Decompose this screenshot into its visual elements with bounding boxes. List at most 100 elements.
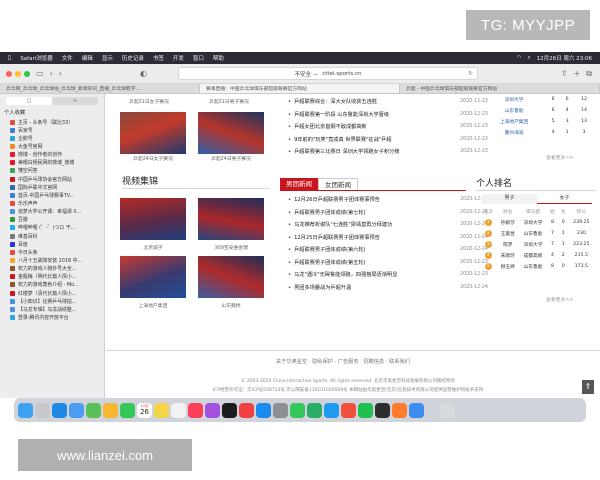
bookmark-item[interactable]: 微博 - 创作者的创作	[0, 151, 104, 159]
tab-men-news[interactable]: 男团新闻	[280, 178, 318, 190]
menu-history[interactable]: 历史记录	[122, 54, 144, 62]
tab-ranking-female[interactable]: 女子	[537, 194, 592, 204]
photo-caption[interactable]: 乒超24日女子赛况	[120, 155, 186, 162]
more-link[interactable]: 查看更多>>	[546, 154, 573, 161]
menu-bookmarks[interactable]: 书签	[153, 54, 164, 62]
news-item[interactable]: 12月25日乒超联赛男子团体赛事预告2020-12-24	[288, 232, 488, 245]
video-thumb[interactable]	[120, 198, 186, 240]
bookmark-item[interactable]: 美眼白杨民网的微博_微博	[0, 159, 104, 167]
new-tab-icon[interactable]: +	[574, 69, 581, 78]
bookmark-item[interactable]: 登录-腾讯内容开放平台	[0, 313, 104, 321]
news-title[interactable]: 乒超女团北京首钢不敌成都高新	[288, 121, 367, 134]
footer-nav[interactable]: 关于华奥星空 · 隐私保护 · 广告服务 · 招聘信息 · 联系我们	[276, 358, 410, 365]
music-icon[interactable]	[188, 402, 203, 418]
photo-caption[interactable]: 乒超21日男子赛况	[196, 98, 262, 105]
bookmark-item[interactable]: 懂空问答	[0, 167, 104, 175]
music-app-icon[interactable]	[341, 402, 356, 418]
video-app-icon[interactable]	[375, 402, 390, 418]
podcasts-icon[interactable]	[205, 402, 220, 418]
mail-icon[interactable]	[69, 402, 84, 418]
bookmark-item[interactable]: 权力的游戏人物外号大全...	[0, 265, 104, 273]
menu-develop[interactable]: 开发	[173, 54, 184, 62]
news-title[interactable]: 乒超联赛男子团体成绩(第六轮)	[288, 244, 366, 257]
news-item[interactable]: 乒超联赛男子团体成绩(第六轮)2020-12-24	[288, 244, 488, 257]
photo-app-icon[interactable]	[409, 402, 424, 418]
news-icon[interactable]	[239, 402, 254, 418]
menu-help[interactable]: 帮助	[213, 54, 224, 62]
news-title[interactable]: 马龙推荐析谢队"七连胜"梁靖崑再分拜建功	[288, 219, 392, 232]
more-link[interactable]: 查看更多>>	[546, 296, 573, 303]
search-icon[interactable]: ⌕	[528, 55, 531, 62]
bookmark-item[interactable]: 主页 - 头条号（联比33）	[0, 118, 104, 126]
bookmark-item[interactable]: 百家号	[0, 126, 104, 134]
close-window-button[interactable]	[6, 70, 12, 77]
bookmark-item[interactable]: 百度	[0, 240, 104, 248]
tab-overview-icon[interactable]: ⧉	[586, 69, 592, 79]
news-item[interactable]: 男团多场鏖战为乒超升温 2020-12-24	[288, 282, 488, 295]
news-item[interactable]: 乒超联赛第三比赛日 深圳大学领跑女子积分榜 2020-12-23	[288, 146, 488, 159]
bookmark-item[interactable]: 金瓶梅（明代长篇人情小...	[0, 273, 104, 281]
news-item[interactable]: 乒超联赛第一阶段 山东鲁能深圳大学晋级2020-12-23	[288, 109, 488, 122]
bookmark-item[interactable]: 国际乒联中文官网	[0, 183, 104, 191]
reminders-icon[interactable]	[171, 402, 186, 418]
back-to-top-button[interactable]: ⇑	[582, 380, 594, 394]
news-item[interactable]: 乒超联赛男子团体成绩(第七轮)2020-12-24	[288, 207, 488, 220]
news-title[interactable]: 乒超联赛男子团体成绩(第七轮)	[288, 207, 366, 220]
news-item[interactable]: 乒超联赛男子团体成绩(第五轮)2020-12-23	[288, 257, 488, 270]
maps-icon[interactable]	[86, 402, 101, 418]
news-title[interactable]: 9年前的"玩笑"竟成真 世界联赛"征战"乒超	[288, 134, 392, 147]
wechat-icon[interactable]	[307, 402, 322, 418]
bookmark-item[interactable]: 中国乒乓球协会官方网站	[0, 175, 104, 183]
bookmark-item[interactable]: 【小知识】比赛乒乓球拍...	[0, 297, 104, 305]
news-item[interactable]: 乒超联赛综合：深大女队收获五连胜2020-12-23	[288, 96, 488, 109]
menu-window[interactable]: 窗口	[193, 54, 204, 62]
iqiyi-icon[interactable]	[358, 402, 373, 418]
news-title[interactable]: 12月25日乒超联赛男子团体赛事预告	[288, 232, 380, 245]
photo-caption[interactable]: 乒超24日男子赛况	[198, 155, 264, 162]
video-caption[interactable]: 北京城子	[120, 244, 186, 251]
facetime-icon[interactable]	[120, 402, 135, 418]
bookmark-item[interactable]: 乐乐声声	[0, 199, 104, 207]
menu-edit[interactable]: 编辑	[82, 54, 93, 62]
bookmark-item[interactable]: 企鹅号	[0, 134, 104, 142]
ranking-row[interactable]: 5 顾玉婷 山东鲁能 8 0 173.5	[480, 261, 594, 272]
video-caption[interactable]: 上海地产集团	[120, 302, 186, 309]
tab-women-news[interactable]: 女团新闻	[318, 178, 358, 190]
tab-2[interactable]: 赛事直播：中国乒乓球俱乐部超级联赛官方网站	[200, 84, 400, 93]
news-title[interactable]: 乒超联赛综合：深大女队收获五连胜	[288, 96, 377, 109]
address-bar[interactable]: 不安全 — cttei.sports.cn ↻	[178, 67, 478, 80]
bookmark-item[interactable]: 今日头条	[0, 248, 104, 256]
calendar-icon[interactable]: 12月 26	[137, 402, 152, 418]
settings-icon[interactable]	[273, 402, 288, 418]
favorites-heading[interactable]: 个人收藏	[0, 108, 104, 118]
forward-icon[interactable]: ›	[59, 69, 62, 78]
news-title[interactable]: 12月26日乒超联赛男子团体赛事预告	[288, 194, 380, 207]
video-thumb[interactable]	[120, 256, 186, 298]
tab-ranking-male[interactable]: 男子	[482, 194, 537, 204]
bookmark-item[interactable]: 红楼梦（清代长篇人情小...	[0, 289, 104, 297]
news-title[interactable]: 男团多场鏖战为乒超升温	[288, 282, 351, 295]
news-title[interactable]: 乒超联赛第一阶段 山东鲁能深圳大学晋级	[288, 109, 389, 122]
launchpad-icon[interactable]	[35, 402, 50, 418]
news-item[interactable]: 马龙"遇冷"无碍鲁能领跑，四强格局逐渐明显2020-12-23	[288, 269, 488, 282]
reload-icon[interactable]: ↻	[468, 71, 473, 77]
menu-view[interactable]: 显示	[102, 54, 113, 62]
bookmark-item[interactable]: 豆瓣	[0, 216, 104, 224]
video-thumb[interactable]	[198, 256, 264, 298]
sidebar-toggle-icon[interactable]: ▭	[36, 69, 44, 78]
bookmark-item[interactable]: 维基百科	[0, 232, 104, 240]
clock[interactable]: 12月26日 周六 23:06	[537, 54, 592, 62]
bookmark-item[interactable]: 权力的游戏角色介绍 - Mo...	[0, 281, 104, 289]
video-thumb[interactable]	[198, 198, 264, 240]
safari-icon[interactable]	[52, 402, 67, 418]
bookmark-item[interactable]: 首页-中国乒乓球赛事TV...	[0, 191, 104, 199]
news-item[interactable]: 9年前的"玩笑"竟成真 世界联赛"征战"乒超2020-12-23	[288, 134, 488, 147]
news-title[interactable]: 乒超联赛第三比赛日 深圳大学领跑女子积分榜	[288, 146, 399, 159]
tv-icon[interactable]	[222, 402, 237, 418]
ranking-row[interactable]: 1 孙颖莎 深圳大学 8 0 239.25	[480, 217, 594, 228]
privacy-shield-icon[interactable]: ◐	[140, 69, 147, 78]
photos-icon[interactable]	[103, 402, 118, 418]
bookmark-item[interactable]: 追梦大学公开课：幸福课 0...	[0, 208, 104, 216]
match-photo[interactable]	[198, 112, 264, 154]
photo-caption[interactable]: 乒超21日女子赛况	[116, 98, 182, 105]
